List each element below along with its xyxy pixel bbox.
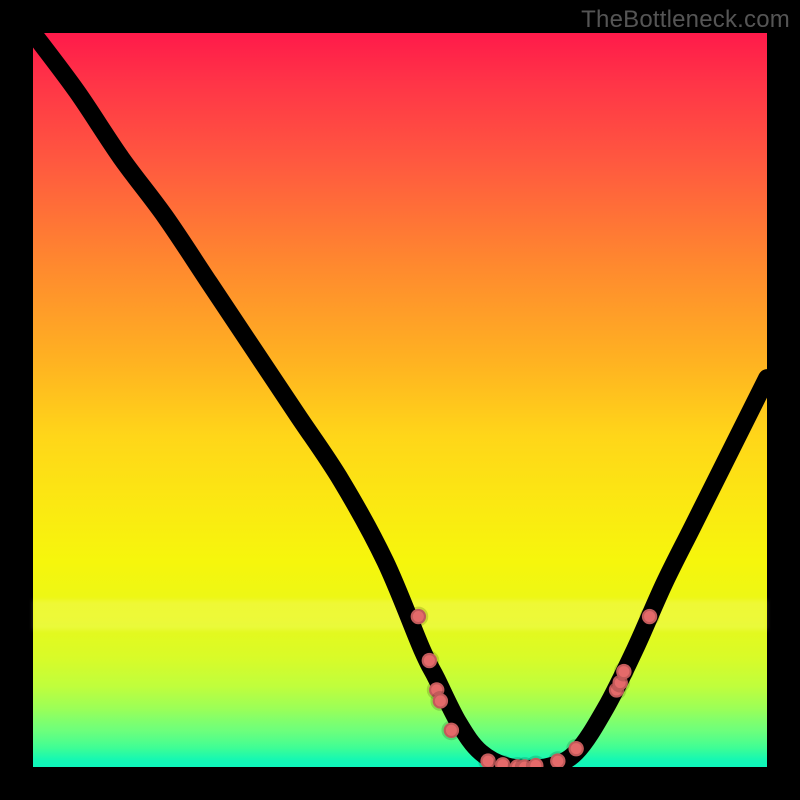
data-marker <box>568 741 583 756</box>
data-marker <box>642 609 657 624</box>
data-marker <box>444 723 459 738</box>
watermark-text: TheBottleneck.com <box>581 6 790 34</box>
curve-svg <box>33 33 767 767</box>
chart-container: TheBottleneck.com <box>0 0 800 800</box>
data-marker <box>433 693 448 708</box>
data-marker <box>422 653 437 668</box>
data-marker <box>550 753 565 767</box>
data-marker <box>411 609 426 624</box>
bottleneck-curve <box>33 33 767 767</box>
plot-area <box>33 33 767 767</box>
data-marker <box>528 758 543 767</box>
data-marker <box>616 664 631 679</box>
